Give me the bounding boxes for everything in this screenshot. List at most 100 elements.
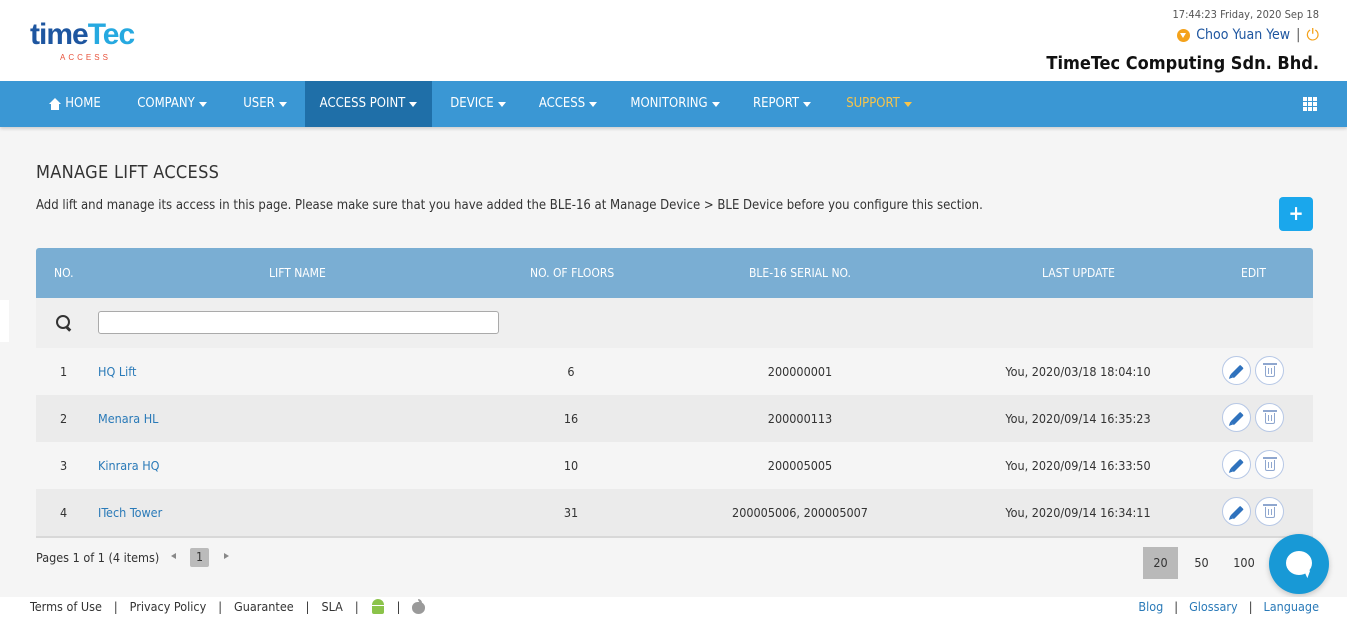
page-size-100[interactable]: 100: [1224, 547, 1264, 579]
nav-home-label: HOME: [65, 96, 101, 111]
row-no: 4: [60, 505, 68, 520]
separator: |: [305, 599, 310, 614]
home-icon: [49, 98, 62, 110]
trash-icon: [1263, 504, 1277, 518]
row-floors: 31: [563, 505, 579, 520]
apps-grid-icon[interactable]: [1303, 97, 1319, 111]
page-size-20[interactable]: 20: [1143, 547, 1178, 579]
nav-support[interactable]: SUPPORT: [836, 81, 922, 127]
user-bar: Choo Yuan Yew | ⏻: [1177, 27, 1319, 43]
table-header: NO. LIFT NAME NO. OF FLOORS BLE-16 SERIA…: [36, 248, 1313, 298]
privacy-link[interactable]: Privacy Policy: [130, 599, 207, 614]
col-lift-name[interactable]: LIFT NAME: [269, 248, 326, 298]
row-floors: 6: [567, 364, 575, 379]
page-number-button[interactable]: 1: [190, 548, 209, 567]
separator: |: [1296, 27, 1301, 43]
caret-down-icon: [409, 101, 418, 107]
separator: |: [1174, 599, 1179, 614]
guarantee-link[interactable]: Guarantee: [234, 599, 294, 614]
lift-name-link[interactable]: Kinrara HQ: [98, 442, 160, 489]
delete-button[interactable]: [1255, 403, 1284, 432]
android-icon[interactable]: [371, 599, 385, 614]
language-link[interactable]: Language: [1263, 599, 1319, 614]
logo-text-time: time: [30, 18, 89, 51]
lift-name-link[interactable]: Menara HL: [98, 395, 158, 442]
table-row: 4 ITech Tower 31 200005006, 200005007 Yo…: [36, 489, 1313, 536]
page-size-50[interactable]: 50: [1184, 547, 1219, 579]
glossary-link[interactable]: Glossary: [1189, 599, 1238, 614]
lift-name-link[interactable]: ITech Tower: [98, 489, 162, 536]
user-name-link[interactable]: Choo Yuan Yew: [1196, 27, 1290, 43]
nav-access-point[interactable]: ACCESS POINT: [305, 81, 432, 127]
blog-link[interactable]: Blog: [1138, 599, 1163, 614]
logo-text: timeTec: [30, 18, 135, 52]
row-last-update: You, 2020/09/14 16:33:50: [1005, 458, 1151, 473]
col-edit: EDIT: [1241, 266, 1266, 280]
edit-button[interactable]: [1222, 450, 1251, 479]
nav-monitoring[interactable]: MONITORING: [620, 81, 730, 127]
terms-link[interactable]: Terms of Use: [30, 599, 102, 614]
col-last-update[interactable]: LAST UPDATE: [1042, 248, 1115, 298]
separator: |: [396, 599, 401, 614]
row-floors: 16: [563, 411, 579, 426]
sla-link[interactable]: SLA: [321, 599, 342, 614]
footer-right: Blog | Glossary | Language: [1138, 599, 1319, 614]
pager-info: Pages 1 of 1 (4 items): [36, 550, 160, 565]
nav-report-label: REPORT: [752, 96, 800, 111]
col-floors[interactable]: NO. OF FLOORS: [530, 248, 614, 298]
row-serial: 200005005: [767, 458, 833, 473]
footer-left: Terms of Use | Privacy Policy | Guarante…: [30, 599, 426, 614]
row-serial: 200005006, 200005007: [732, 505, 868, 520]
nav-company-label: COMPANY: [137, 96, 195, 111]
row-floors: 10: [563, 458, 579, 473]
caret-down-icon: [278, 101, 287, 107]
power-icon[interactable]: ⏻: [1306, 27, 1319, 43]
chat-icon: [1286, 551, 1312, 575]
table-row: 2 Menara HL 16 200000113 You, 2020/09/14…: [36, 395, 1313, 442]
side-tab-edge: [0, 300, 9, 342]
nav-device-label: DEVICE: [450, 96, 494, 111]
nav-user[interactable]: USER: [230, 81, 300, 127]
timetec-logo[interactable]: timeTec ACCESS: [30, 16, 142, 64]
apple-icon[interactable]: [412, 599, 426, 614]
logo-text-tec: Tec: [87, 18, 135, 51]
row-no: 1: [60, 364, 68, 379]
nav-access-label: ACCESS: [538, 96, 586, 111]
filter-row: [36, 298, 1313, 348]
pencil-icon: [1230, 411, 1244, 426]
nav-access-point-label: ACCESS POINT: [319, 96, 406, 111]
delete-button[interactable]: [1255, 497, 1284, 526]
trash-icon: [1263, 410, 1277, 424]
delete-button[interactable]: [1255, 450, 1284, 479]
nav-monitoring-label: MONITORING: [630, 96, 708, 111]
row-last-update: You, 2020/09/14 16:35:23: [1005, 411, 1151, 426]
nav-device[interactable]: DEVICE: [440, 81, 516, 127]
datetime-display: 17:44:23 Friday, 2020 Sep 18: [1172, 8, 1320, 21]
nav-support-label: SUPPORT: [846, 96, 900, 111]
lift-table: NO. LIFT NAME NO. OF FLOORS BLE-16 SERIA…: [36, 248, 1313, 538]
add-lift-button[interactable]: +: [1279, 197, 1313, 231]
search-icon: [56, 315, 72, 331]
nav-access[interactable]: ACCESS: [530, 81, 606, 127]
footer: Terms of Use | Privacy Policy | Guarante…: [0, 597, 1347, 624]
separator: |: [354, 599, 359, 614]
separator: |: [1248, 599, 1253, 614]
lift-name-link[interactable]: HQ Lift: [98, 348, 136, 395]
delete-button[interactable]: [1255, 356, 1284, 385]
user-dropdown-icon[interactable]: [1177, 28, 1191, 42]
plus-icon: +: [1288, 201, 1304, 225]
edit-button[interactable]: [1222, 403, 1251, 432]
nav-company[interactable]: COMPANY: [124, 81, 220, 127]
nav-report[interactable]: REPORT: [744, 81, 820, 127]
next-page-icon[interactable]: [224, 553, 229, 559]
lift-name-search-input[interactable]: [98, 311, 499, 334]
edit-button[interactable]: [1222, 356, 1251, 385]
prev-page-icon[interactable]: [171, 553, 176, 559]
row-serial: 200000001: [767, 364, 833, 379]
row-no: 3: [60, 458, 68, 473]
caret-down-icon: [198, 101, 207, 107]
edit-button[interactable]: [1222, 497, 1251, 526]
chat-button[interactable]: [1269, 534, 1329, 594]
col-serial[interactable]: BLE-16 SERIAL NO.: [749, 248, 851, 298]
nav-home[interactable]: HOME: [36, 81, 114, 127]
